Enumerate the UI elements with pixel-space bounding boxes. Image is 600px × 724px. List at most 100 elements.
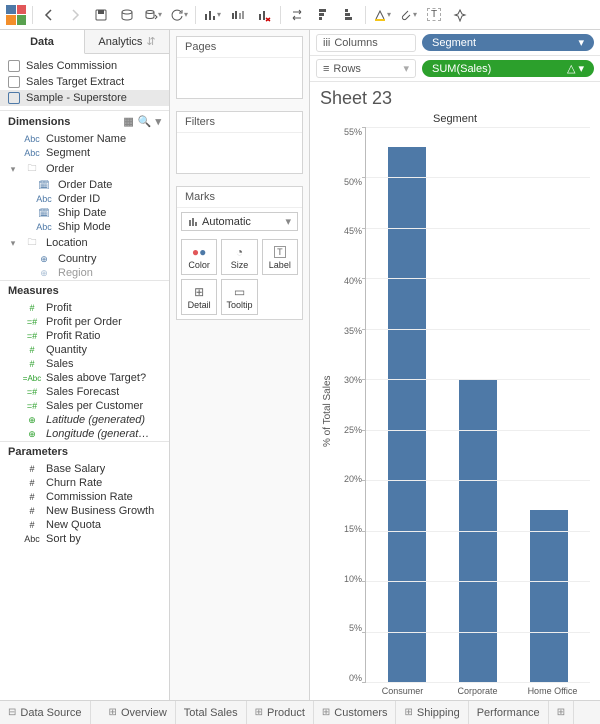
dimensions-list: AbcCustomer Name AbcSegment ▾🗀Order 🗓Ord…: [0, 132, 169, 280]
field-item[interactable]: =#Sales Forecast: [0, 385, 169, 399]
forward-icon[interactable]: [63, 3, 87, 27]
filters-card[interactable]: Filters: [176, 111, 303, 174]
field-item[interactable]: =#Profit per Order: [0, 315, 169, 329]
marks-size-button[interactable]: ◔Size: [221, 239, 257, 275]
field-item[interactable]: #Base Salary: [0, 462, 169, 476]
marks-type-dropdown[interactable]: Automatic ▾: [181, 212, 298, 231]
menu-icon[interactable]: ▾: [155, 115, 161, 128]
y-axis-ticks: 55%50%45%40%35%30%25%20%15%10%5%0%: [335, 127, 365, 683]
field-item[interactable]: #Quantity: [0, 343, 169, 357]
tab-overview[interactable]: ⊞Overview: [101, 701, 176, 724]
tab-shipping[interactable]: ⊞Shipping: [396, 701, 468, 724]
new-worksheet-icon[interactable]: ▾: [200, 3, 224, 27]
refresh-icon[interactable]: ▾: [167, 3, 191, 27]
tab-data[interactable]: Data: [0, 30, 85, 54]
pages-card[interactable]: Pages: [176, 36, 303, 99]
marks-card: Marks Automatic ▾ ●●Color ◔Size TLabel ⊞…: [176, 186, 303, 320]
text-label-icon[interactable]: T: [422, 3, 446, 27]
sheet-icon: ⊞: [255, 707, 263, 718]
marks-color-button[interactable]: ●●Color: [181, 239, 217, 275]
sheet-tabs: ⊟Data Source ⊞Overview Total Sales ⊞Prod…: [0, 700, 600, 724]
tab-performance[interactable]: Performance: [469, 701, 549, 724]
datasource-item[interactable]: Sales Commission: [0, 58, 169, 74]
marks-detail-button[interactable]: ⊞Detail: [181, 279, 217, 315]
dimensions-header: Dimensions ▦🔍▾: [0, 111, 169, 132]
refresh-datasource-icon[interactable]: ▾: [141, 3, 165, 27]
highlight-icon[interactable]: ▾: [370, 3, 394, 27]
field-folder[interactable]: ▾🗀Order: [0, 160, 169, 178]
field-item[interactable]: 🗓Ship Date: [0, 206, 169, 220]
columns-shelf-label[interactable]: iiiColumns: [316, 34, 416, 52]
data-pane: Data Analytics⇵ Sales Commission Sales T…: [0, 30, 170, 700]
bar-home-office[interactable]: [530, 510, 568, 682]
rows-pill[interactable]: SUM(Sales)△ ▾: [422, 60, 594, 77]
view-grid-icon[interactable]: ▦: [123, 115, 133, 128]
tableau-logo-icon[interactable]: [4, 3, 28, 27]
tab-analytics[interactable]: Analytics⇵: [85, 30, 169, 53]
sort-desc-icon[interactable]: [337, 3, 361, 27]
plot-grid: [365, 127, 590, 683]
columns-shelf[interactable]: iiiColumns Segment▾: [310, 30, 600, 56]
field-item[interactable]: #Sales: [0, 357, 169, 371]
sheet-icon: ⊞: [557, 707, 565, 718]
tab-more[interactable]: ⊞: [549, 701, 574, 724]
columns-pill[interactable]: Segment▾: [422, 34, 594, 51]
chart-area[interactable]: % of Total Sales 55%50%45%40%35%30%25%20…: [320, 127, 590, 696]
back-icon[interactable]: [37, 3, 61, 27]
field-folder[interactable]: ▾🗀Location: [0, 234, 169, 252]
field-item[interactable]: #Churn Rate: [0, 476, 169, 490]
sheet-title[interactable]: Sheet 23: [320, 88, 590, 109]
field-item[interactable]: AbcShip Mode: [0, 220, 169, 234]
tab-product[interactable]: ⊞Product: [247, 701, 314, 724]
rows-shelf[interactable]: ≡Rows▾ SUM(Sales)△ ▾: [310, 56, 600, 82]
rows-icon: ≡: [323, 63, 329, 75]
clear-worksheet-icon[interactable]: [252, 3, 276, 27]
field-item[interactable]: =AbcSales above Target?: [0, 371, 169, 385]
new-datasource-icon[interactable]: [115, 3, 139, 27]
rows-shelf-label[interactable]: ≡Rows▾: [316, 59, 416, 78]
chart-title: Segment: [320, 113, 590, 125]
datasource-list: Sales Commission Sales Target Extract Sa…: [0, 54, 169, 111]
field-item[interactable]: #Commission Rate: [0, 490, 169, 504]
field-item[interactable]: ⊕Longitude (generat…: [0, 427, 169, 441]
datasource-item[interactable]: Sample - Superstore: [0, 90, 169, 106]
field-item[interactable]: #New Quota: [0, 518, 169, 532]
swap-icon[interactable]: [285, 3, 309, 27]
field-item[interactable]: ⊕Latitude (generated): [0, 413, 169, 427]
top-toolbar: ▾ ▾ ▾ ▾ ▾ T: [0, 0, 600, 30]
attach-icon[interactable]: ▾: [396, 3, 420, 27]
tab-total-sales[interactable]: Total Sales: [176, 701, 247, 724]
field-item[interactable]: ⊕Country: [0, 252, 169, 266]
sort-asc-icon[interactable]: [311, 3, 335, 27]
field-item[interactable]: AbcSort by: [0, 532, 169, 546]
table-calc-icon: △: [567, 63, 575, 75]
datasource-icon: ⊟: [8, 707, 16, 718]
field-item[interactable]: AbcOrder ID: [0, 192, 169, 206]
field-item[interactable]: =#Sales per Customer: [0, 399, 169, 413]
columns-icon: iii: [323, 37, 330, 49]
pages-card-title: Pages: [177, 37, 302, 58]
field-item[interactable]: #New Business Growth: [0, 504, 169, 518]
datasource-item[interactable]: Sales Target Extract: [0, 74, 169, 90]
x-axis-ticks: ConsumerCorporateHome Office: [335, 683, 590, 696]
measures-list: #Profit =#Profit per Order =#Profit Rati…: [0, 301, 169, 441]
field-item[interactable]: AbcCustomer Name: [0, 132, 169, 146]
pin-icon[interactable]: [448, 3, 472, 27]
bar-corporate[interactable]: [459, 379, 497, 682]
tab-customers[interactable]: ⊞Customers: [314, 701, 397, 724]
bar-consumer[interactable]: [388, 147, 426, 682]
field-item[interactable]: 🗓Order Date: [0, 178, 169, 192]
marks-label-button[interactable]: TLabel: [262, 239, 298, 275]
parameters-header: Parameters: [0, 441, 169, 462]
parameters-list: #Base Salary #Churn Rate #Commission Rat…: [0, 462, 169, 546]
field-item[interactable]: =#Profit Ratio: [0, 329, 169, 343]
field-item[interactable]: AbcSegment: [0, 146, 169, 160]
field-item[interactable]: #Profit: [0, 301, 169, 315]
tab-data-source[interactable]: ⊟Data Source: [0, 701, 91, 724]
save-icon[interactable]: [89, 3, 113, 27]
search-icon[interactable]: 🔍: [138, 115, 152, 128]
duplicate-worksheet-icon[interactable]: [226, 3, 250, 27]
sheet-icon: ⊞: [404, 707, 412, 718]
marks-tooltip-button[interactable]: ▭Tooltip: [221, 279, 257, 315]
field-item[interactable]: ⊕Region: [0, 266, 169, 280]
